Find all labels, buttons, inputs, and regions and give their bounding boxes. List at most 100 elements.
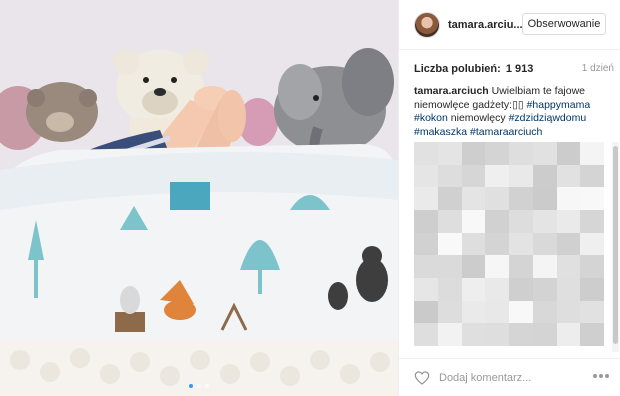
pixel-block xyxy=(509,210,533,233)
pixel-block xyxy=(414,210,438,233)
pixel-block xyxy=(580,210,604,233)
pixel-block xyxy=(509,187,533,211)
pixel-block xyxy=(580,278,604,301)
pixel-block xyxy=(485,232,510,256)
caption-emoji: ▯▯ xyxy=(512,98,524,111)
photo-illustration xyxy=(0,0,398,396)
pixel-block xyxy=(580,300,604,324)
pixel-block xyxy=(414,164,438,188)
pixel-block xyxy=(461,232,486,256)
pixel-block xyxy=(532,255,557,279)
pixel-block xyxy=(461,300,486,324)
pixel-block xyxy=(532,300,557,324)
scrollbar-thumb[interactable] xyxy=(613,146,618,344)
pixel-block xyxy=(556,142,581,165)
pixel-block xyxy=(461,164,486,188)
pixel-block xyxy=(580,142,604,165)
pixel-block xyxy=(556,323,581,346)
hashtag-link[interactable]: #tamaraarciuch xyxy=(470,126,542,138)
heart-icon[interactable] xyxy=(414,370,430,385)
post-side-panel: tamara.arciu... Obserwowanie Liczba polu… xyxy=(398,0,620,396)
post-header: tamara.arciu... Obserwowanie xyxy=(399,0,620,50)
pixel-block xyxy=(437,142,462,165)
avatar[interactable] xyxy=(414,11,440,38)
pixel-block xyxy=(461,278,486,301)
comment-bar xyxy=(399,358,620,396)
post-caption: tamara.arciuch Uwielbiam te fajowe niemo… xyxy=(414,85,609,139)
pixel-block xyxy=(414,278,438,301)
pixel-block xyxy=(532,142,557,165)
pixel-block xyxy=(532,232,557,256)
pixel-block xyxy=(414,323,438,346)
pixel-block xyxy=(437,300,462,324)
pixel-block xyxy=(556,232,581,256)
pixel-block xyxy=(461,187,486,211)
pixel-block xyxy=(556,278,581,301)
pixel-block xyxy=(485,142,510,165)
pixel-block xyxy=(580,232,604,256)
hashtag-link[interactable]: #zdzidziąwdomu xyxy=(509,112,587,124)
carousel-indicator xyxy=(0,384,398,388)
post-photo[interactable] xyxy=(0,0,398,396)
pixel-block xyxy=(485,255,510,279)
pixel-block xyxy=(509,164,533,188)
pixel-block xyxy=(437,164,462,188)
pixel-block xyxy=(556,255,581,279)
pixel-block xyxy=(580,255,604,279)
pixel-block xyxy=(414,142,438,165)
caption-username[interactable]: tamara.arciuch xyxy=(414,85,489,97)
pixel-block xyxy=(556,300,581,324)
pixel-block xyxy=(485,300,510,324)
more-options-icon[interactable] xyxy=(593,374,609,378)
pixel-block xyxy=(461,210,486,233)
pixel-block xyxy=(509,300,533,324)
pixel-block xyxy=(532,278,557,301)
hashtag-link[interactable]: #kokon xyxy=(414,112,448,124)
pixel-block xyxy=(461,323,486,346)
pixel-block xyxy=(437,278,462,301)
pixel-block xyxy=(509,142,533,165)
pixel-block xyxy=(485,210,510,233)
pixel-block xyxy=(437,323,462,346)
pixel-block xyxy=(556,164,581,188)
pixel-block xyxy=(437,187,462,211)
likes-row: Liczba polubień: 1 913 1 dzień xyxy=(414,63,614,75)
pixel-block xyxy=(556,210,581,233)
pixel-block xyxy=(485,278,510,301)
carousel-dot-3[interactable] xyxy=(205,384,209,388)
pixel-block xyxy=(580,187,604,211)
follow-button[interactable]: Obserwowanie xyxy=(522,13,606,35)
hashtag-link[interactable]: #makaszka xyxy=(414,126,467,138)
pixel-block xyxy=(509,255,533,279)
pixel-block xyxy=(509,232,533,256)
carousel-dot-2[interactable] xyxy=(197,384,201,388)
carousel-dot-1[interactable] xyxy=(189,384,193,388)
likes-label[interactable]: Liczba polubień: xyxy=(414,63,501,75)
pixel-block xyxy=(580,323,604,346)
pixel-block xyxy=(580,164,604,188)
pixel-block xyxy=(414,187,438,211)
pixel-block xyxy=(485,323,510,346)
pixel-block xyxy=(509,323,533,346)
pixel-block xyxy=(556,187,581,211)
post-time[interactable]: 1 dzień xyxy=(582,63,614,74)
comment-input[interactable] xyxy=(439,371,589,384)
caption-text: niemowlęcy xyxy=(450,112,506,124)
pixel-block xyxy=(414,300,438,324)
pixel-block xyxy=(532,187,557,211)
likes-count[interactable]: 1 913 xyxy=(506,63,534,75)
pixel-block xyxy=(437,255,462,279)
pixel-block xyxy=(532,210,557,233)
pixel-block xyxy=(509,278,533,301)
pixel-block xyxy=(461,255,486,279)
pixel-block xyxy=(437,232,462,256)
hashtag-link[interactable]: #happymama xyxy=(527,99,591,111)
pixelated-comments xyxy=(414,142,604,346)
pixel-block xyxy=(485,187,510,211)
comments-scrollbar[interactable] xyxy=(612,142,619,352)
pixel-block xyxy=(532,323,557,346)
username-link[interactable]: tamara.arciu... xyxy=(448,19,526,31)
pixel-block xyxy=(461,142,486,165)
pixel-block xyxy=(437,210,462,233)
pixel-block xyxy=(414,255,438,279)
